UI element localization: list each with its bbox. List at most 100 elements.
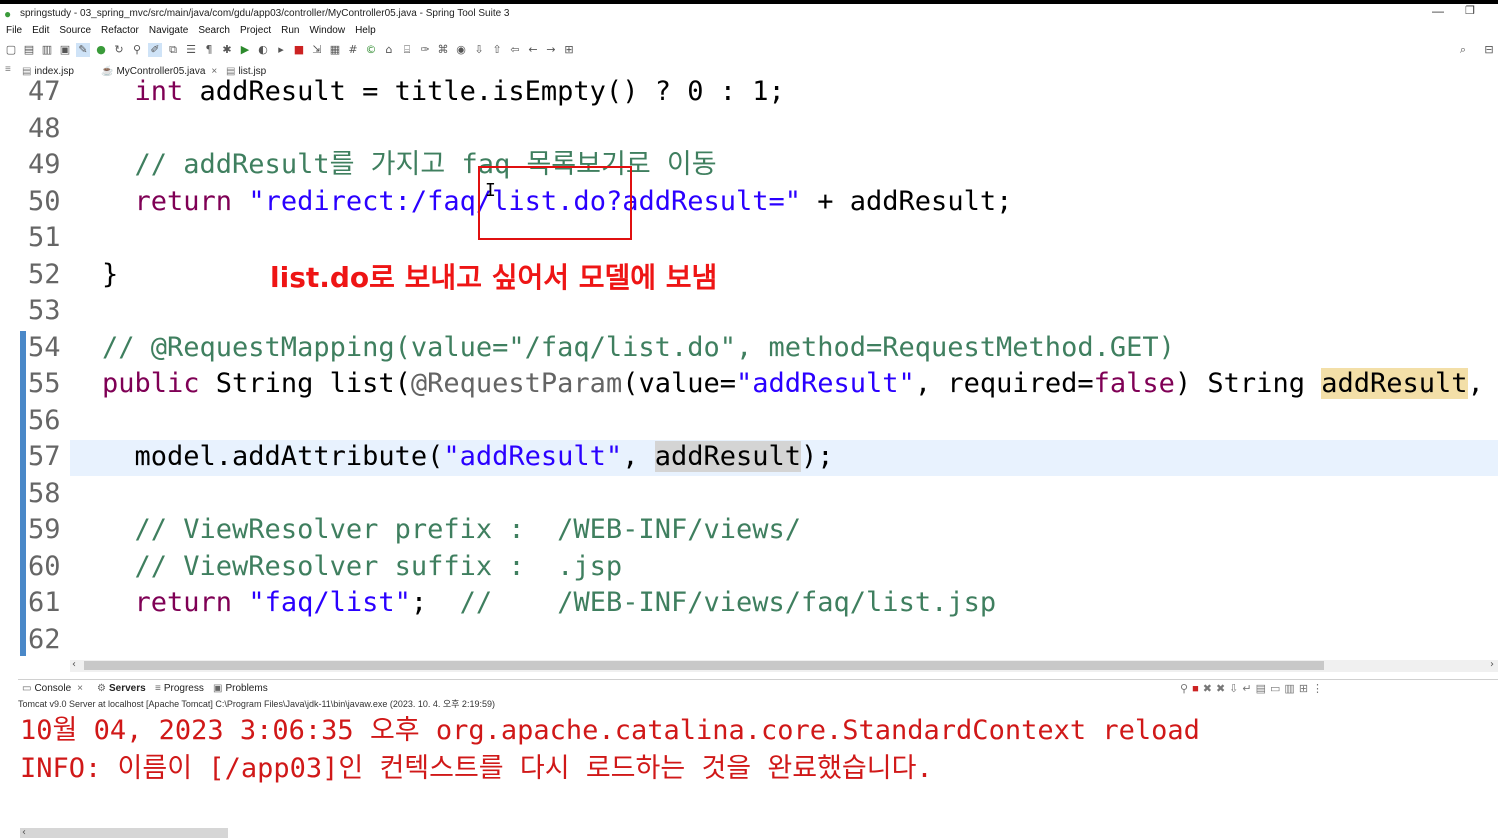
tab-servers[interactable]: ⚙ Servers: [97, 683, 146, 694]
line-number: 53: [28, 295, 61, 326]
show-on-output-icon[interactable]: ▤: [1256, 683, 1270, 695]
pilcrow-icon[interactable]: ¶: [202, 43, 216, 57]
line-number: 54: [28, 331, 61, 363]
code-token: (value=: [622, 368, 736, 399]
open-folder-icon[interactable]: ⌂: [382, 43, 396, 57]
word-wrap-icon[interactable]: ↵: [1242, 683, 1255, 695]
console-output[interactable]: 10월 04, 2023 3:06:35 오후 org.apache.catal…: [20, 712, 1490, 788]
restore-button[interactable]: ❐: [1465, 4, 1475, 17]
close-icon[interactable]: ×: [77, 683, 83, 694]
console-line: 10월 04, 2023 3:06:35 오후 org.apache.catal…: [20, 715, 1200, 746]
compare-icon[interactable]: ⧉: [166, 43, 180, 57]
menu-bar: File Edit Source Refactor Navigate Searc…: [0, 22, 1498, 38]
debug-icon[interactable]: ✱: [220, 43, 234, 57]
scroll-left-icon[interactable]: ‹: [72, 659, 76, 670]
back-icon[interactable]: ←: [526, 43, 540, 57]
code-token: @RequestParam: [410, 368, 623, 399]
open-type-icon[interactable]: ⌸: [400, 43, 414, 57]
list-icon[interactable]: ☰: [184, 43, 198, 57]
remove-all-icon[interactable]: ✖: [1216, 683, 1229, 695]
brush-icon[interactable]: ✑: [418, 43, 432, 57]
print-icon[interactable]: ▣: [58, 43, 72, 57]
tab-console[interactable]: ▭ Console ×: [22, 683, 83, 694]
menu-navigate[interactable]: Navigate: [149, 25, 188, 36]
tab-progress[interactable]: ≡ Progress: [155, 683, 204, 694]
minimize-button[interactable]: —: [1432, 4, 1444, 18]
code-token: ;: [410, 587, 460, 618]
perspective-icon[interactable]: ⊟: [1482, 43, 1496, 57]
highlight-box: [478, 166, 632, 240]
code-area[interactable]: 47 int addResult = title.isEmpty() ? 0 :…: [0, 74, 1498, 658]
progress-icon: ≡: [155, 683, 161, 694]
scrollbar-thumb[interactable]: [84, 661, 1324, 670]
code-line[interactable]: model.addAttribute("addResult", addResul…: [102, 439, 834, 475]
spring-boot-icon[interactable]: ●: [94, 43, 108, 57]
save-icon[interactable]: ▤: [22, 43, 36, 57]
scroll-lock-icon[interactable]: ⇩: [1229, 683, 1242, 695]
menu-source[interactable]: Source: [59, 25, 91, 36]
search-icon[interactable]: ⌕: [1456, 43, 1470, 57]
scroll-left-icon[interactable]: ‹: [22, 827, 26, 838]
line-number: 56: [28, 404, 61, 436]
code-token: false: [1093, 368, 1175, 399]
code-token: ,: [622, 441, 655, 472]
code-token: return: [134, 587, 233, 618]
new-class-icon[interactable]: ©: [364, 43, 378, 57]
view-menu-icon[interactable]: ⋮: [1312, 683, 1327, 695]
refresh-icon[interactable]: ↻: [112, 43, 126, 57]
line-number: 59: [28, 514, 61, 545]
code-line[interactable]: return "faq/list"; // /WEB-INF/views/faq…: [102, 585, 997, 621]
menu-help[interactable]: Help: [355, 25, 376, 36]
code-token: addResult: [1321, 368, 1468, 399]
menu-file[interactable]: File: [6, 25, 22, 36]
code-line[interactable]: // ViewResolver prefix : /WEB-INF/views/: [102, 512, 801, 548]
menu-project[interactable]: Project: [240, 25, 271, 36]
deploy-icon[interactable]: ⇲: [310, 43, 324, 57]
toggle-mark-icon[interactable]: ✎: [76, 43, 90, 57]
open-console-icon[interactable]: ⊞: [1299, 683, 1312, 695]
coverage-icon[interactable]: ◐: [256, 43, 270, 57]
pin-console-icon[interactable]: ⚲: [1180, 683, 1192, 695]
globe-icon[interactable]: ◉: [454, 43, 468, 57]
menu-edit[interactable]: Edit: [32, 25, 49, 36]
task-icon[interactable]: ⌘: [436, 43, 450, 57]
display-selected-icon[interactable]: ▥: [1284, 683, 1298, 695]
menu-refactor[interactable]: Refactor: [101, 25, 139, 36]
line-number: 50: [28, 185, 61, 217]
external-tools-icon[interactable]: ▸: [274, 43, 288, 57]
menu-window[interactable]: Window: [309, 25, 345, 36]
last-edit-icon[interactable]: ⇦: [508, 43, 522, 57]
remove-launch-icon[interactable]: ✖: [1203, 683, 1216, 695]
code-line[interactable]: // ViewResolver suffix : .jsp: [102, 549, 623, 585]
terminate-icon[interactable]: ■: [1192, 683, 1203, 695]
pin-icon[interactable]: ▭: [1270, 683, 1284, 695]
menu-search[interactable]: Search: [198, 25, 230, 36]
forward-icon[interactable]: →: [544, 43, 558, 57]
code-line[interactable]: int addResult = title.isEmpty() ? 0 : 1;: [102, 74, 785, 110]
code-line[interactable]: }: [102, 257, 118, 293]
menu-run[interactable]: Run: [281, 25, 299, 36]
new-icon[interactable]: ▢: [4, 43, 18, 57]
tab-problems[interactable]: ▣ Problems: [213, 683, 268, 694]
toolbar: ▢ ▤ ▥ ▣ ✎ ● ↻ ⚲ ✐ ⧉ ☰ ¶ ✱ ▶ ◐ ▸ ■ ⇲ ▦ # …: [0, 39, 1498, 61]
code-token: // ViewResolver prefix : /WEB-INF/views/: [134, 514, 801, 545]
pin-editor-icon[interactable]: ⊞: [562, 43, 576, 57]
pin-icon[interactable]: ⚲: [130, 43, 144, 57]
console-horizontal-scrollbar[interactable]: [20, 828, 228, 838]
problems-icon: ▣: [213, 683, 223, 694]
tab-label: Servers: [108, 683, 146, 694]
highlight-icon[interactable]: ✐: [148, 43, 162, 57]
code-line[interactable]: public String list(@RequestParam(value="…: [102, 366, 1498, 402]
run-icon[interactable]: ▶: [238, 43, 252, 57]
prev-annotation-icon[interactable]: ⇧: [490, 43, 504, 57]
stop-icon[interactable]: ■: [292, 43, 306, 57]
code-line[interactable]: // @RequestMapping(value="/faq/list.do",…: [102, 330, 1175, 366]
code-token: // @RequestMapping(value="/faq/list.do",…: [102, 331, 1175, 363]
scroll-right-icon[interactable]: ›: [1490, 659, 1494, 670]
next-annotation-icon[interactable]: ⇩: [472, 43, 486, 57]
package-icon[interactable]: ▦: [328, 43, 342, 57]
grid-icon[interactable]: #: [346, 43, 360, 57]
save-all-icon[interactable]: ▥: [40, 43, 54, 57]
